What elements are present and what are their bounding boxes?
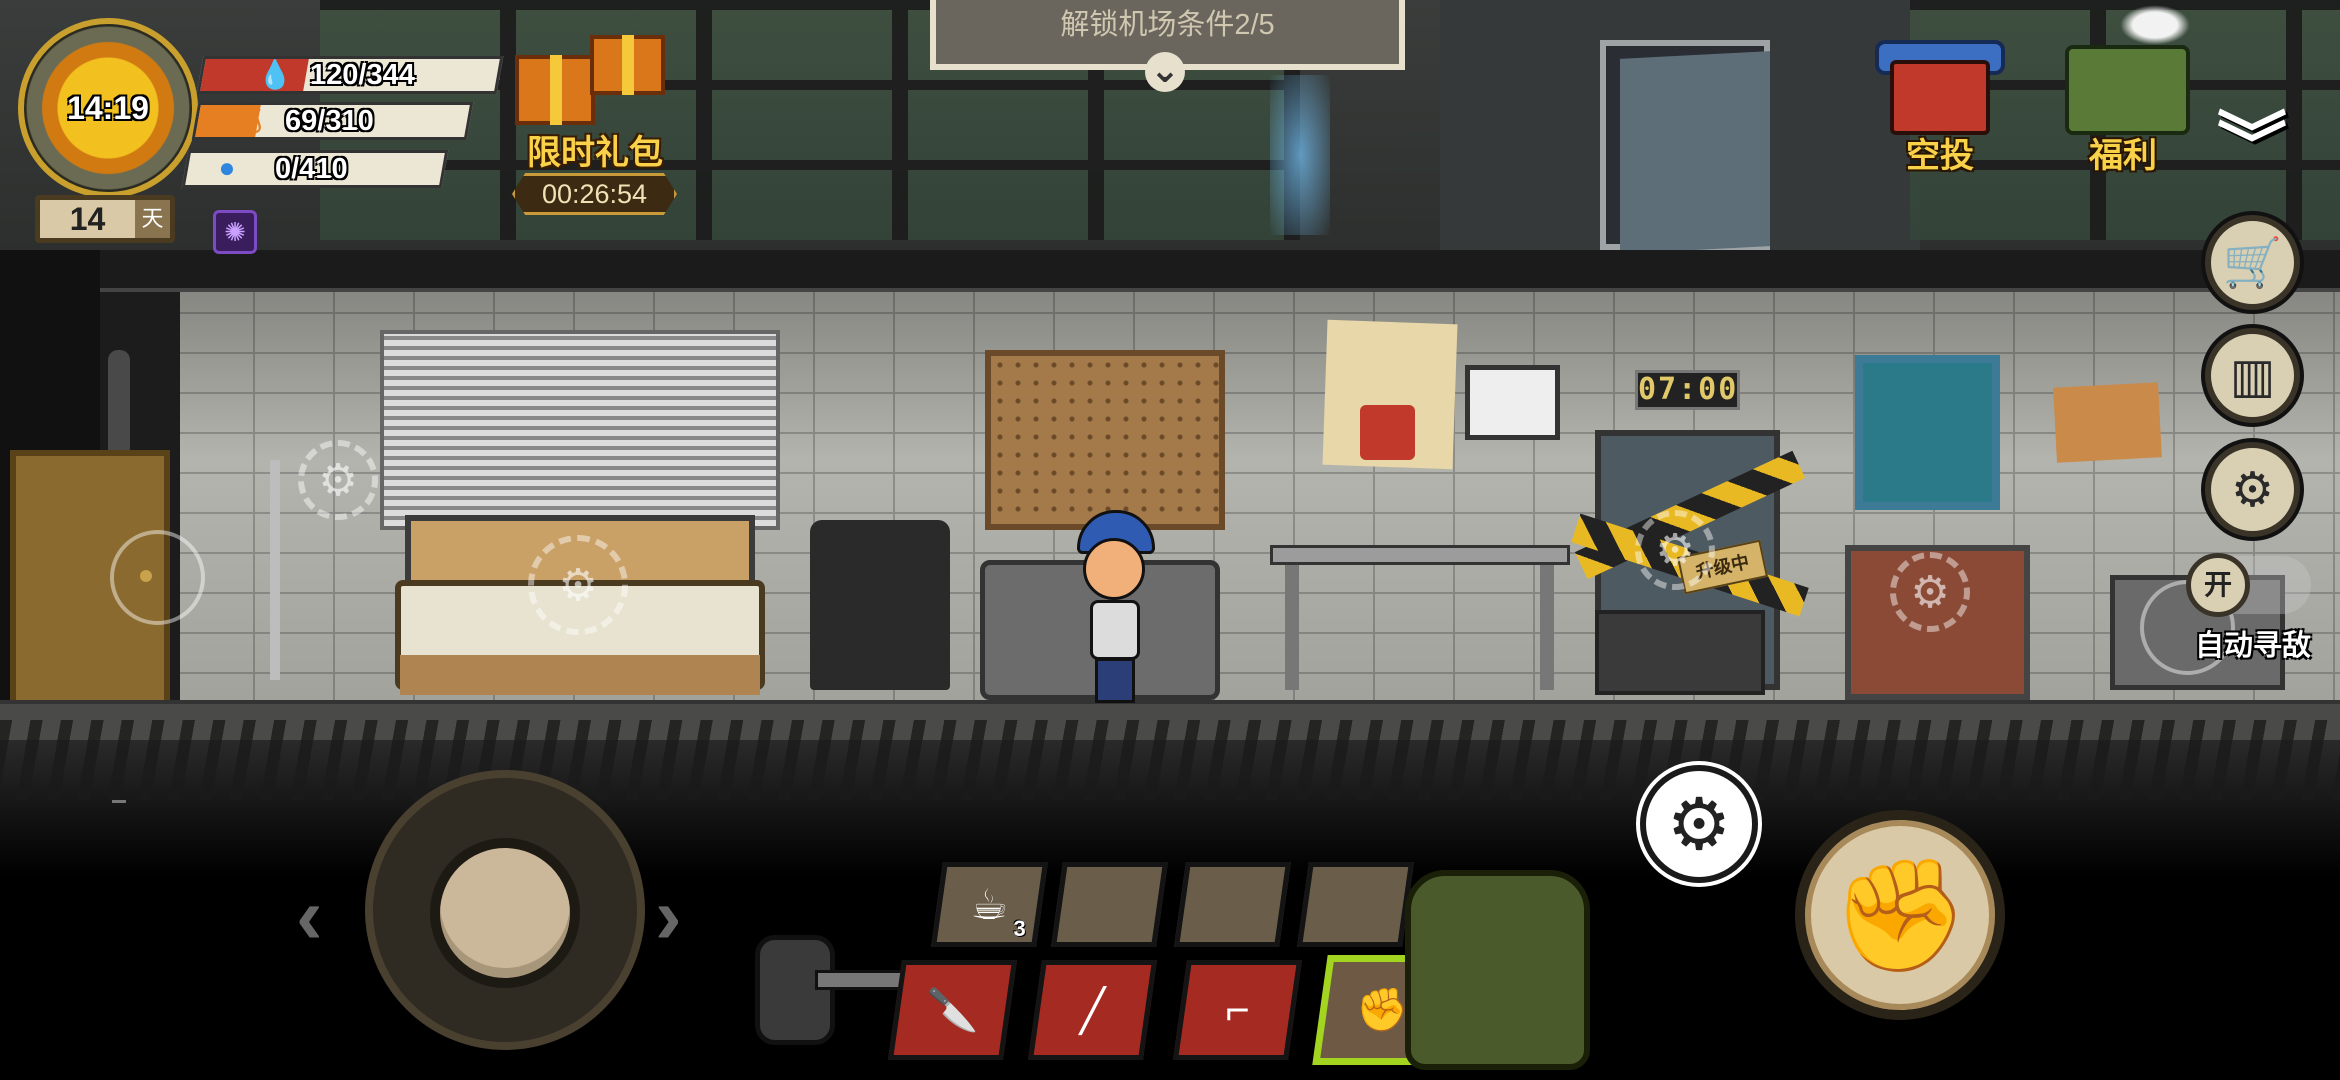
welfare-button[interactable] bbox=[2060, 35, 2190, 135]
knife-icon: 🔪 bbox=[926, 985, 979, 1033]
gear-ghost-icon[interactable]: ⚙ bbox=[1635, 510, 1715, 590]
weapon-slot-club[interactable]: ╱ bbox=[1027, 960, 1158, 1060]
soup-can-poster-icon bbox=[1360, 405, 1415, 460]
digital-clock: 07:00 bbox=[1635, 370, 1740, 410]
auto-attack-knob[interactable]: 开 bbox=[2186, 553, 2250, 617]
wall-map bbox=[2053, 382, 2162, 463]
shotgun-icon: ⌐ bbox=[1225, 986, 1250, 1033]
attack-fist-button[interactable]: ✊ bbox=[1795, 810, 2005, 1020]
clock-time: 14:19 bbox=[67, 89, 149, 126]
thirst-bar-fill bbox=[185, 153, 191, 185]
player-head bbox=[1083, 538, 1145, 600]
chevron-down-icon[interactable]: ⌄ bbox=[1145, 52, 1185, 92]
water-icon: ● bbox=[218, 152, 236, 183]
gift-ribbon bbox=[622, 35, 634, 95]
ceiling bbox=[100, 250, 2340, 292]
airdrop-button[interactable] bbox=[1875, 30, 2005, 140]
shop-cart-icon[interactable]: 🛒 bbox=[2205, 215, 2300, 310]
arrow-right-icon: › bbox=[655, 871, 682, 960]
coat-rack bbox=[270, 460, 280, 680]
gear-ghost-icon[interactable]: ⚙ bbox=[1890, 552, 1970, 632]
settings-gear-icon[interactable]: ⚙ bbox=[2205, 442, 2300, 537]
weapon-slot-knife[interactable]: 🔪 bbox=[887, 960, 1018, 1060]
welfare-crate-icon bbox=[2065, 45, 2190, 135]
generator[interactable] bbox=[1595, 610, 1765, 695]
dumbbell-plate bbox=[755, 935, 835, 1045]
weapon-slot-shotgun[interactable]: ⌐ bbox=[1172, 960, 1303, 1060]
joystick-knob[interactable] bbox=[430, 838, 580, 988]
table-leg bbox=[1540, 565, 1554, 690]
smoke bbox=[2120, 5, 2190, 45]
cat-picture-frame bbox=[1465, 365, 1560, 440]
bed-base bbox=[400, 655, 760, 695]
hunger-value: 69/310 bbox=[285, 105, 374, 137]
stomach-icon: ⟆ bbox=[251, 104, 263, 135]
airdrop-label[interactable]: 空投 bbox=[1875, 128, 2005, 177]
backpack-icon[interactable] bbox=[1405, 870, 1590, 1070]
auto-attack-label: 自动寻敌 bbox=[2194, 630, 2311, 662]
player-character bbox=[1075, 510, 1155, 705]
thirst-value: 0/410 bbox=[275, 153, 348, 185]
item-count: 3 bbox=[1013, 916, 1026, 941]
day-number: 14 bbox=[69, 200, 106, 237]
welfare-label[interactable]: 福利 bbox=[2058, 128, 2188, 177]
exit-door-icon[interactable] bbox=[110, 530, 205, 625]
day-unit: 天 bbox=[135, 200, 170, 238]
window-blinds bbox=[380, 330, 780, 530]
gear-ghost-icon[interactable]: ⚙ bbox=[298, 440, 378, 520]
blood-drop-icon: 💧 bbox=[257, 59, 293, 90]
mushroom-painting bbox=[1855, 355, 2000, 510]
work-table[interactable] bbox=[1270, 545, 1570, 565]
armchair bbox=[810, 520, 950, 690]
upper-door-panel bbox=[1620, 51, 1770, 254]
item-slot-2[interactable] bbox=[1051, 862, 1168, 947]
leaderboard-icon[interactable]: ▥ bbox=[2205, 328, 2300, 423]
club-icon: ╱ bbox=[1079, 986, 1106, 1034]
craft-gears-icon[interactable]: ⚙ bbox=[1640, 765, 1758, 883]
day-night-clock: 14:19 bbox=[18, 18, 198, 198]
airdrop-crate-icon bbox=[1890, 60, 1990, 135]
grass-silhouette bbox=[0, 720, 2340, 800]
tick-mark bbox=[112, 800, 126, 803]
gear-ghost-icon[interactable]: ⚙ bbox=[528, 535, 628, 635]
brain-icon[interactable]: ✺ bbox=[213, 210, 257, 254]
gift-ribbon bbox=[550, 55, 562, 125]
item-slot-3[interactable] bbox=[1174, 862, 1291, 947]
arrow-left-icon: ‹ bbox=[296, 871, 323, 960]
gift-label[interactable]: 限时礼包 bbox=[520, 125, 670, 174]
health-value: 120/344 bbox=[310, 59, 415, 91]
tool-pegboard bbox=[985, 350, 1225, 530]
item-slot-1[interactable]: ☕ 3 bbox=[931, 862, 1048, 947]
item-slot-4[interactable] bbox=[1297, 862, 1414, 947]
table-leg bbox=[1285, 565, 1299, 690]
collapse-chevron-icon[interactable]: ︾ bbox=[2212, 110, 2292, 190]
day-counter: 14 天 bbox=[35, 195, 175, 243]
hologram bbox=[1270, 75, 1330, 235]
player-legs bbox=[1095, 658, 1135, 703]
player-body bbox=[1090, 600, 1140, 660]
gift-timer: 00:26:54 bbox=[512, 173, 677, 215]
